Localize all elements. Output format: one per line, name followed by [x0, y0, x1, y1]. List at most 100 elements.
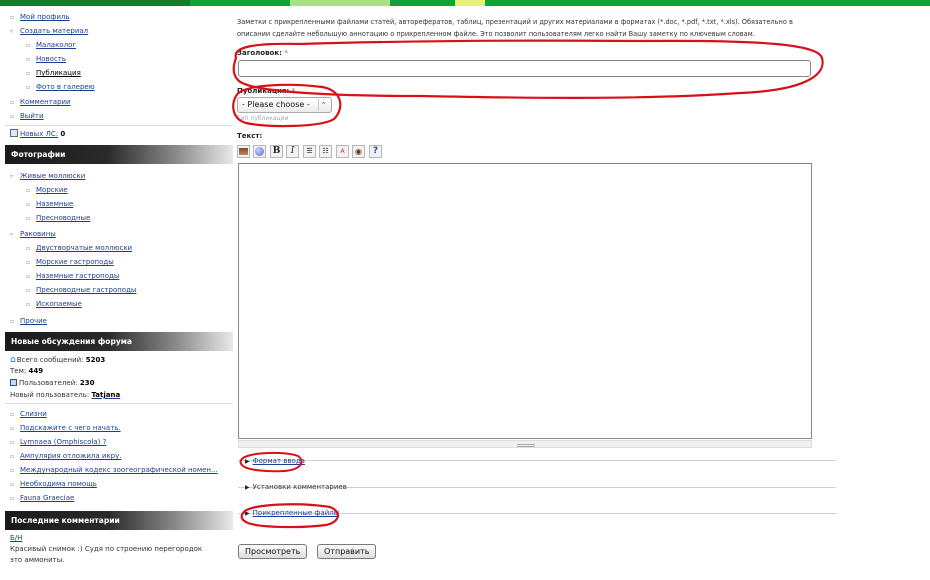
- menu-item-my-profile[interactable]: ▫ Мой профиль: [10, 11, 70, 23]
- insert-image-icon[interactable]: [237, 145, 250, 158]
- forum-topic-link[interactable]: Fauna Graeciae: [20, 494, 74, 502]
- bullet-icon: ▫: [10, 453, 15, 460]
- preview-button[interactable]: Просмотреть: [238, 544, 308, 559]
- forum-users-count: Пользователей: 230: [10, 378, 95, 389]
- photo-cat-label[interactable]: Наземные гастроподы: [36, 272, 119, 280]
- forum-topic-item[interactable]: ▫ Подскажите с чего начать.: [10, 422, 121, 434]
- photo-cat-fossils[interactable]: ▫ Ископаемые: [26, 298, 82, 310]
- format-icon[interactable]: A: [336, 145, 349, 158]
- bullet-icon: ▫: [26, 215, 31, 222]
- photo-cat-label[interactable]: Живые моллюски: [20, 172, 85, 180]
- photo-cat-label[interactable]: Морские: [36, 186, 68, 194]
- photo-cat-label[interactable]: Прочие: [20, 317, 47, 325]
- menu-item-publication[interactable]: ▫ Публикация: [26, 67, 81, 79]
- photo-cat-label[interactable]: Ископаемые: [36, 300, 82, 308]
- menu-item-comments[interactable]: ▫ Комментарии: [10, 96, 71, 108]
- photo-cat-freshwater-gastropods[interactable]: ▫ Пресноводные гастроподы: [26, 284, 136, 296]
- menu-item-create-content[interactable]: ▿ Создать материал: [10, 25, 88, 37]
- required-mark: *: [284, 49, 288, 57]
- forum-new-user: Новый пользователь: Tatjana: [10, 390, 120, 401]
- attached-files-link[interactable]: Прикрепленные файлы: [253, 509, 340, 517]
- menu-item-logout[interactable]: ▫ Выйти: [10, 110, 44, 122]
- photo-cat-label[interactable]: Пресноводные гастроподы: [36, 286, 136, 294]
- expanded-bullet-icon: ▿: [10, 173, 14, 180]
- menu-item-label[interactable]: Публикация: [36, 69, 81, 77]
- publication-label-text: Публикация:: [237, 87, 290, 95]
- italic-button[interactable]: I: [286, 145, 299, 158]
- new-user-link[interactable]: Tatjana: [91, 391, 120, 399]
- menu-item-news[interactable]: ▫ Новость: [26, 53, 66, 65]
- input-format-toggle[interactable]: ▶ Формат ввода: [245, 457, 305, 465]
- publication-select[interactable]: - Please choose - ⌃: [237, 97, 332, 113]
- required-mark: *: [291, 87, 296, 95]
- forum-topic-link[interactable]: Ампулярия отложила икру.: [20, 452, 121, 460]
- photo-cat-freshwater[interactable]: ▫ Пресноводные: [26, 212, 90, 224]
- editor-resize-grip[interactable]: [238, 440, 812, 448]
- help-button[interactable]: ?: [369, 145, 382, 158]
- new-pm-link[interactable]: Новых ЛС:: [20, 130, 58, 138]
- comment-settings-toggle[interactable]: ▶ Установки комментариев: [245, 483, 347, 491]
- forum-topic-link[interactable]: Lymnaea (Omphiscola) ?: [20, 438, 106, 446]
- bullet-icon: ▫: [10, 318, 15, 325]
- bullet-icon: ▫: [10, 411, 15, 418]
- forum-topic-item[interactable]: ▫ Слизни: [10, 408, 47, 420]
- photo-cat-label[interactable]: Пресноводные: [36, 214, 90, 222]
- photo-cat-label[interactable]: Двустворчатые моллюски: [36, 244, 132, 252]
- comment-title[interactable]: Б/Н: [10, 533, 22, 544]
- menu-item-label[interactable]: Фото в галерею: [36, 83, 95, 91]
- comment-text: Красивый снимок :) Судя по строению пере…: [10, 545, 203, 564]
- forum-topic-item[interactable]: ▫ Ампулярия отложила икру.: [10, 450, 121, 462]
- bullet-icon: ▫: [26, 201, 31, 208]
- menu-item-label[interactable]: Выйти: [20, 112, 44, 120]
- forum-topic-link[interactable]: Слизни: [20, 410, 47, 418]
- new-pm-counter[interactable]: Новых ЛС: 0: [10, 129, 65, 140]
- forum-topic-link[interactable]: Международный кодекс зоогеографической н…: [20, 466, 218, 474]
- menu-item-label[interactable]: Мой профиль: [20, 13, 70, 21]
- menu-item-label[interactable]: Комментарии: [20, 98, 71, 106]
- menu-item-label[interactable]: Малаколог: [36, 41, 76, 49]
- photo-cat-land-gastropods[interactable]: ▫ Наземные гастроподы: [26, 270, 119, 282]
- photo-cat-label[interactable]: Морские гастроподы: [36, 258, 114, 266]
- photo-cat-label[interactable]: Наземные: [36, 200, 73, 208]
- forum-topic-item[interactable]: ▫ Lymnaea (Omphiscola) ?: [10, 436, 106, 448]
- content-form: Заметки с прикрепленными файлами статей,…: [233, 6, 930, 580]
- photo-cat-label[interactable]: Раковины: [20, 230, 56, 238]
- total-posts-value: 5203: [85, 356, 106, 364]
- bullet-icon: ▫: [26, 287, 31, 294]
- photo-cat-terrestrial[interactable]: ▫ Наземные: [26, 198, 73, 210]
- select-arrow-icon: ⌃: [318, 99, 328, 111]
- preview-icon[interactable]: ◉: [352, 145, 365, 158]
- forum-topic-item[interactable]: ▫ Fauna Graeciae: [10, 492, 74, 504]
- forum-topic-item[interactable]: ▫ Международный кодекс зоогеографической …: [10, 464, 218, 476]
- bullet-icon: ▫: [26, 273, 31, 280]
- users-label: Пользователей:: [19, 379, 78, 387]
- photo-cat-other[interactable]: ▫ Прочие: [10, 315, 47, 327]
- link-icon[interactable]: [253, 145, 266, 158]
- expanded-bullet-icon: ▿: [10, 231, 14, 238]
- forum-topic-item[interactable]: ▫ Необходима помощь: [10, 478, 97, 490]
- forum-topic-link[interactable]: Необходима помощь: [20, 480, 97, 488]
- text-field-label: Текст:: [237, 132, 263, 140]
- photo-cat-bivalves[interactable]: ▫ Двустворчатые моллюски: [26, 242, 132, 254]
- bullet-icon: ▫: [10, 99, 15, 106]
- menu-item-label[interactable]: Новость: [36, 55, 66, 63]
- comment-link[interactable]: Б/Н: [10, 534, 22, 542]
- menu-item-photo-to-gallery[interactable]: ▫ Фото в галерею: [26, 81, 95, 93]
- input-format-link[interactable]: Формат ввода: [253, 457, 305, 465]
- users-value: 230: [79, 379, 95, 387]
- title-input[interactable]: [238, 60, 811, 77]
- bold-button[interactable]: B: [270, 145, 283, 158]
- collapse-triangle-icon: ▶: [245, 510, 250, 517]
- photo-cat-marine[interactable]: ▫ Морские: [26, 184, 68, 196]
- menu-item-malacologist[interactable]: ▫ Малаколог: [26, 39, 76, 51]
- photo-cat-live-molluscs[interactable]: ▿ Живые моллюски: [10, 170, 85, 182]
- text-editor-area[interactable]: [238, 163, 812, 439]
- menu-item-label[interactable]: Создать материал: [20, 27, 88, 35]
- photo-cat-marine-gastropods[interactable]: ▫ Морские гастроподы: [26, 256, 114, 268]
- submit-button[interactable]: Отправить: [317, 544, 377, 559]
- photo-cat-shells[interactable]: ▿ Раковины: [10, 228, 56, 240]
- ordered-list-icon[interactable]: ☰: [303, 145, 316, 158]
- unordered-list-icon[interactable]: ☷: [319, 145, 332, 158]
- attached-files-toggle[interactable]: ▶ Прикрепленные файлы: [245, 509, 339, 517]
- forum-topic-link[interactable]: Подскажите с чего начать.: [20, 424, 121, 432]
